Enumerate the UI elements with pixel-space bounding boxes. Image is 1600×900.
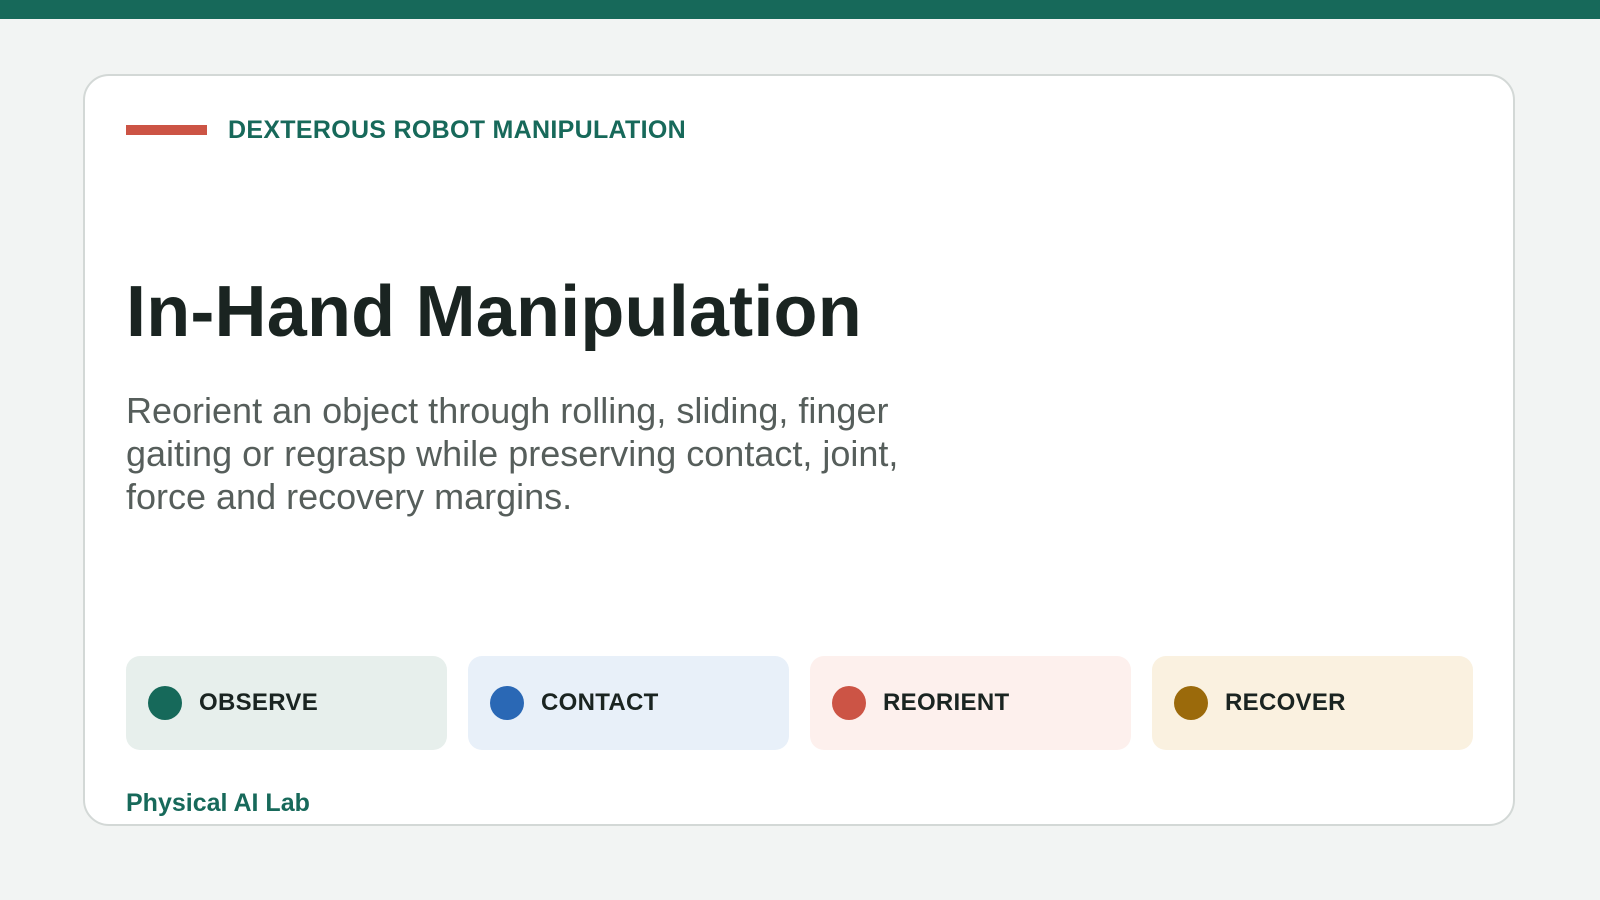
kicker-row: DEXTEROUS ROBOT MANIPULATION	[126, 115, 686, 145]
stage-dot-icon	[832, 686, 866, 720]
stage-dot-icon	[1174, 686, 1208, 720]
stage-observe: OBSERVE	[126, 656, 447, 750]
top-accent-bar	[0, 0, 1600, 19]
stage-label: CONTACT	[541, 689, 659, 716]
description-text: Reorient an object through rolling, slid…	[126, 390, 899, 517]
page-title: In-Hand Manipulation	[126, 272, 862, 352]
kicker-accent-bar	[126, 125, 207, 135]
stage-contact: CONTACT	[468, 656, 789, 750]
stage-label: OBSERVE	[199, 689, 319, 716]
stage-dot-icon	[490, 686, 524, 720]
stage-dot-icon	[148, 686, 182, 720]
kicker-label: DEXTEROUS ROBOT MANIPULATION	[228, 115, 686, 144]
stage-list: OBSERVE CONTACT REORIENT RECOVER	[126, 656, 1473, 750]
stage-label: REORIENT	[883, 689, 1010, 716]
stage-reorient: REORIENT	[810, 656, 1131, 750]
stage-recover: RECOVER	[1152, 656, 1473, 750]
slide-card: DEXTEROUS ROBOT MANIPULATION In-Hand Man…	[83, 74, 1515, 826]
footer-brand: Physical AI Lab	[126, 789, 310, 817]
stage-label: RECOVER	[1225, 689, 1346, 716]
